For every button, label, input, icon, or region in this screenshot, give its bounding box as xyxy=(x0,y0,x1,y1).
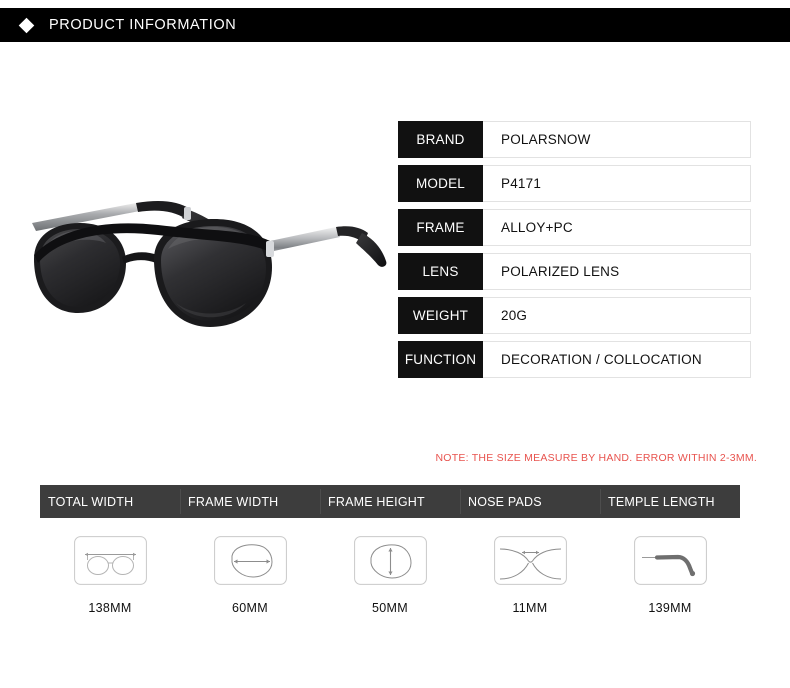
nose-bridge-icon xyxy=(493,536,567,585)
specification-table: BRAND POLARSNOW MODEL P4171 FRAME ALLOY+… xyxy=(398,121,751,385)
measurement-header-frame-width: FRAME WIDTH xyxy=(180,485,320,518)
measurement-header-temple-length: TEMPLE LENGTH xyxy=(600,485,740,518)
full-frame-width-icon xyxy=(73,536,147,585)
measurement-value-frame-width: 60MM xyxy=(232,601,268,615)
spec-label-model: MODEL xyxy=(398,165,483,202)
spec-label-weight: WEIGHT xyxy=(398,297,483,334)
measurement-column-temple-length: 139MM xyxy=(600,518,740,615)
product-information-header: PRODUCT INFORMATION xyxy=(0,8,790,42)
spec-value-brand: POLARSNOW xyxy=(483,121,751,158)
lens-height-icon xyxy=(353,536,427,585)
table-row: FRAME ALLOY+PC xyxy=(398,209,751,246)
measurement-value-nose-pads: 11MM xyxy=(512,601,548,615)
measurement-value-temple-length: 139MM xyxy=(648,601,692,615)
product-photo xyxy=(18,185,393,355)
table-row: FUNCTION DECORATION / COLLOCATION xyxy=(398,341,751,378)
spec-value-lens: POLARIZED LENS xyxy=(483,253,751,290)
diamond-icon xyxy=(18,17,35,33)
spec-value-model: P4171 xyxy=(483,165,751,202)
spec-label-frame: FRAME xyxy=(398,209,483,246)
measurement-header-total-width: TOTAL WIDTH xyxy=(48,494,134,509)
measurement-column-frame-width: 60MM xyxy=(180,518,320,615)
temple-arm-icon xyxy=(633,536,707,585)
measurement-value-frame-height: 50MM xyxy=(372,601,408,615)
spec-label-lens: LENS xyxy=(398,253,483,290)
spec-value-weight: 20G xyxy=(483,297,751,334)
lens-width-icon xyxy=(213,536,287,585)
measurement-header-frame-height: FRAME HEIGHT xyxy=(320,485,460,518)
table-row: BRAND POLARSNOW xyxy=(398,121,751,158)
size-measure-note: NOTE: THE SIZE MEASURE BY HAND. ERROR WI… xyxy=(435,452,757,464)
page-title: PRODUCT INFORMATION xyxy=(49,17,237,33)
spec-value-frame: ALLOY+PC xyxy=(483,209,751,246)
measurement-header-nose-pads: NOSE PADS xyxy=(460,485,600,518)
table-row: LENS POLARIZED LENS xyxy=(398,253,751,290)
measurement-column-frame-height: 50MM xyxy=(320,518,460,615)
table-row: MODEL P4171 xyxy=(398,165,751,202)
measurement-header-row: TOTAL WIDTH FRAME WIDTH FRAME HEIGHT NOS… xyxy=(40,485,740,518)
measurement-column-nose-pads: 11MM xyxy=(460,518,600,615)
spec-value-function: DECORATION / COLLOCATION xyxy=(483,341,751,378)
measurement-body-row: 138MM 60MM 50MM 11MM 139MM xyxy=(40,518,740,615)
table-row: WEIGHT 20G xyxy=(398,297,751,334)
spec-label-function: FUNCTION xyxy=(398,341,483,378)
measurement-value-total-width: 138MM xyxy=(88,601,132,615)
spec-label-brand: BRAND xyxy=(398,121,483,158)
measurement-column-total-width: 138MM xyxy=(40,518,180,615)
